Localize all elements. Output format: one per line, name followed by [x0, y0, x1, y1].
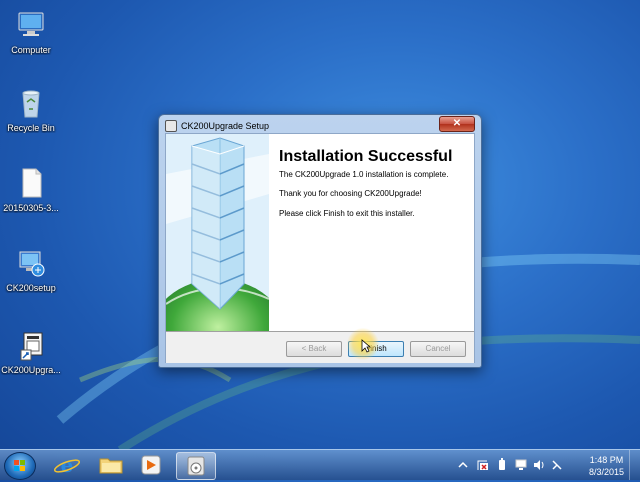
dialog-title: CK200Upgrade Setup	[181, 121, 270, 131]
setup-dialog: CK200Upgrade Setup ✕ Installation Succes…	[158, 114, 482, 368]
mouse-cursor-icon	[361, 339, 371, 353]
show-hidden-icons[interactable]	[458, 460, 468, 470]
exit-instruction: Please click Finish to exit this install…	[279, 209, 415, 218]
clock-date: 8/3/2015	[588, 467, 624, 477]
input-icon[interactable]	[550, 458, 564, 472]
desktop-icon-computer[interactable]: Computer	[0, 8, 64, 55]
desktop-icon-recycle-bin[interactable]: Recycle Bin	[0, 86, 64, 133]
start-button[interactable]	[4, 452, 36, 480]
desktop-icon-label: 20150305-3...	[3, 203, 59, 213]
system-tray: 1:48 PM 8/3/2015	[450, 450, 640, 480]
desktop-icon-label: CK200setup	[6, 283, 56, 293]
dialog-client-area: Installation Successful The CK200Upgrade…	[165, 133, 475, 363]
windows-logo-icon	[14, 460, 25, 471]
desktop-icon-label: Computer	[11, 45, 51, 55]
internet-explorer-icon: e	[53, 453, 81, 477]
shortcut-icon	[14, 328, 48, 362]
desktop-icon-label: Recycle Bin	[7, 123, 55, 133]
thanks-message: Thank you for choosing CK200Upgrade!	[279, 189, 422, 198]
clock[interactable]: 1:48 PM 8/3/2015	[589, 454, 624, 478]
setup-app-icon	[187, 456, 205, 476]
taskbar: e 1:48 PM 8/3/2015	[0, 449, 640, 480]
taskbar-explorer[interactable]	[92, 452, 130, 478]
desktop-icon-ck200setup[interactable]: CK200setup	[0, 246, 64, 293]
desktop-icon-label: CK200Upgra...	[1, 365, 61, 375]
complete-message: The CK200Upgrade 1.0 installation is com…	[279, 170, 449, 179]
wizard-banner-image	[166, 134, 269, 331]
media-player-icon	[141, 455, 161, 475]
setup-icon	[14, 246, 48, 280]
app-icon	[165, 120, 177, 132]
page-heading: Installation Successful	[279, 148, 453, 165]
taskbar-media-player[interactable]	[132, 452, 170, 478]
taskbar-setup-app[interactable]	[176, 452, 216, 480]
power-icon[interactable]	[496, 458, 508, 472]
cancel-button[interactable]: Cancel	[410, 341, 466, 357]
dialog-title-bar[interactable]: CK200Upgrade Setup	[165, 118, 269, 134]
close-button[interactable]: ✕	[439, 116, 475, 132]
computer-icon	[14, 8, 48, 42]
back-button[interactable]: < Back	[286, 341, 342, 357]
wizard-button-bar: < Back Finish Cancel	[166, 331, 474, 363]
recycle-bin-icon	[14, 86, 48, 120]
volume-icon[interactable]	[532, 458, 546, 472]
taskbar-ie[interactable]: e	[48, 452, 86, 478]
action-center-icon[interactable]	[476, 458, 490, 472]
network-icon[interactable]	[514, 458, 528, 472]
svg-text:e: e	[61, 453, 74, 477]
desktop-icon-ck200upgrade[interactable]: CK200Upgra...	[0, 328, 64, 375]
desktop-icon-file[interactable]: 20150305-3...	[0, 166, 64, 213]
show-desktop-button[interactable]	[629, 450, 640, 480]
folder-icon	[99, 458, 123, 474]
wizard-content: Installation Successful The CK200Upgrade…	[269, 134, 474, 331]
clock-time: 1:48 PM	[589, 455, 624, 465]
file-icon	[14, 166, 48, 200]
